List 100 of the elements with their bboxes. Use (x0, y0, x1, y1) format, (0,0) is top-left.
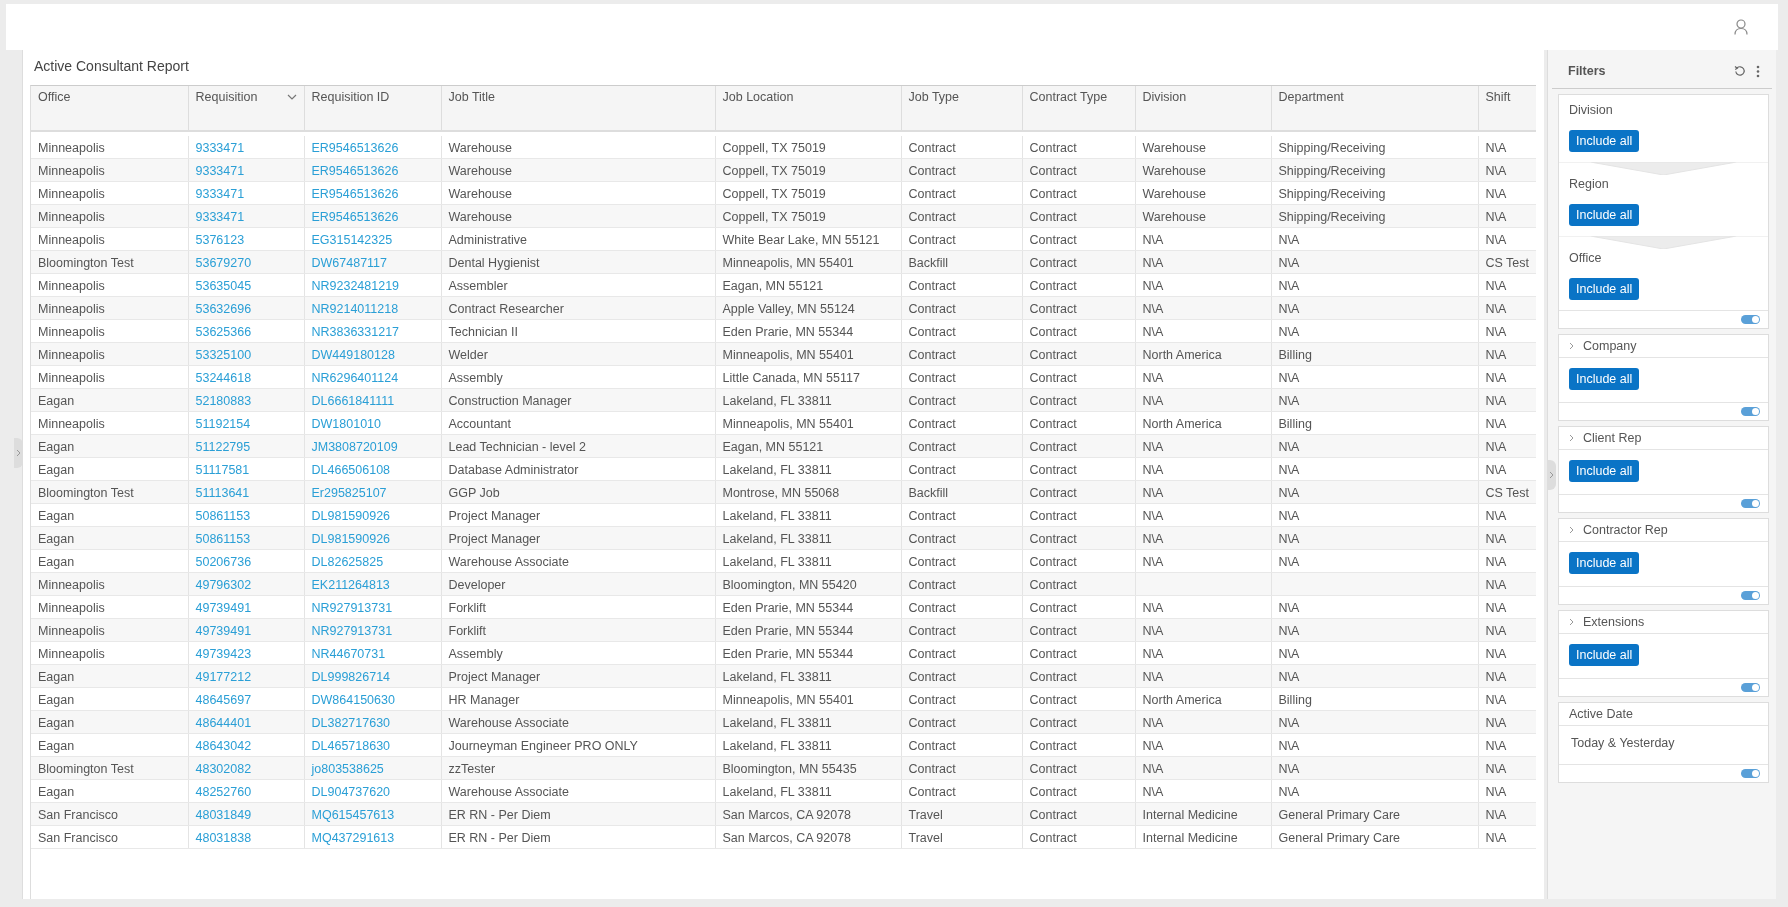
table-link[interactable]: NR6296401124 (311, 370, 399, 385)
table-link[interactable]: DL981590926 (311, 531, 391, 546)
table-link[interactable]: DW864150630 (311, 692, 395, 707)
filter-label[interactable]: Client Rep (1583, 431, 1642, 445)
table-cell: Shipping/Receiving (1278, 140, 1386, 155)
include-all-button[interactable]: Include all (1569, 204, 1640, 226)
table-link[interactable]: 48643042 (195, 738, 252, 753)
table-link[interactable]: DW67487117 (311, 255, 387, 270)
include-all-button[interactable]: Include all (1569, 644, 1640, 666)
table-link[interactable]: ER9546513626 (311, 209, 399, 224)
table-link[interactable]: 49739423 (195, 646, 252, 661)
column-header[interactable]: Division (1135, 86, 1271, 131)
column-header[interactable]: Shift (1478, 86, 1536, 131)
table-cell: N\A (1278, 715, 1300, 730)
table-link[interactable]: 48645697 (195, 692, 252, 707)
table-link[interactable]: DW1801010 (311, 416, 381, 431)
table-link[interactable]: EK211264813 (311, 577, 390, 592)
table-link[interactable]: 52180883 (195, 393, 252, 408)
table-link[interactable]: 50861153 (195, 531, 251, 546)
table-link[interactable]: NR9232481219 (311, 278, 400, 293)
filter-label[interactable]: Company (1583, 339, 1637, 353)
table-link[interactable]: 5376123 (195, 232, 245, 247)
table-link[interactable]: NR9214011218 (311, 301, 399, 316)
column-header[interactable]: Office (31, 86, 188, 131)
table-link[interactable]: NR927913731 (311, 623, 393, 638)
table-link[interactable]: DW449180128 (311, 347, 395, 362)
table-link[interactable]: 49739491 (195, 623, 252, 638)
table-link[interactable]: NR44670731 (311, 646, 386, 661)
table-link[interactable]: MQ615457613 (311, 807, 395, 822)
table-link[interactable]: ER9546513626 (311, 163, 399, 178)
table-link[interactable]: DL382717630 (311, 715, 391, 730)
table-link[interactable]: 53635045 (195, 278, 252, 293)
table-link[interactable]: 51113641 (195, 485, 250, 500)
table-link[interactable]: 50206736 (195, 554, 252, 569)
column-header[interactable]: Contract Type (1022, 86, 1135, 131)
reset-icon[interactable] (1734, 65, 1746, 77)
table-cell: N\A (1142, 462, 1164, 477)
include-all-button[interactable]: Include all (1569, 368, 1640, 390)
column-header[interactable]: Requisition ID (304, 86, 441, 131)
column-header[interactable]: Job Location (715, 86, 901, 131)
collapse-handle[interactable] (1547, 460, 1556, 490)
table-link[interactable]: 53325100 (195, 347, 252, 362)
table-link[interactable]: 48302082 (195, 761, 252, 776)
user-icon[interactable] (1734, 19, 1748, 35)
column-header[interactable]: Job Title (441, 86, 715, 131)
toggle-switch[interactable] (1741, 591, 1760, 600)
table-link[interactable]: 53679270 (195, 255, 252, 270)
table-link[interactable]: 51192154 (195, 416, 251, 431)
include-all-button[interactable]: Include all (1569, 278, 1640, 300)
table-link[interactable]: 49796302 (195, 577, 252, 592)
table-link[interactable]: JM3808720109 (311, 439, 398, 454)
filter-label[interactable]: Contractor Rep (1583, 523, 1668, 537)
table-link[interactable]: 51117581 (195, 462, 250, 477)
toggle-switch[interactable] (1741, 407, 1760, 416)
table-cell: Warehouse Associate (448, 715, 569, 730)
table-link[interactable]: DL465718630 (311, 738, 391, 753)
column-header[interactable]: Department (1271, 86, 1478, 131)
caret-down-icon[interactable] (286, 94, 297, 100)
column-header[interactable]: Job Type (901, 86, 1022, 131)
table-link[interactable]: DL904737620 (311, 784, 391, 799)
table-link[interactable]: 51122795 (195, 439, 251, 454)
table-link[interactable]: 53625366 (195, 324, 252, 339)
table-cell: Minneapolis, MN 55401 (722, 692, 854, 707)
toggle-switch[interactable] (1741, 769, 1760, 778)
table-link[interactable]: MQ437291613 (311, 830, 395, 845)
table-link[interactable]: Er295825107 (311, 485, 387, 500)
table-link[interactable]: 50861153 (195, 508, 251, 523)
column-header[interactable]: Requisition (188, 86, 304, 131)
table-link[interactable]: EG315142325 (311, 232, 393, 247)
table-link[interactable]: DL6661841111 (311, 393, 395, 408)
collapse-handle[interactable] (14, 438, 23, 468)
include-all-button[interactable]: Include all (1569, 552, 1640, 574)
include-all-button[interactable]: Include all (1569, 460, 1640, 482)
table-link[interactable]: 53632696 (195, 301, 252, 316)
table-link[interactable]: ER9546513626 (311, 186, 399, 201)
table-link[interactable]: ER9546513626 (311, 140, 399, 155)
table-link[interactable]: 53244618 (195, 370, 252, 385)
table-link[interactable]: 9333471 (195, 163, 245, 178)
toggle-switch[interactable] (1741, 683, 1760, 692)
filter-label[interactable]: Extensions (1583, 615, 1645, 629)
toggle-switch[interactable] (1741, 499, 1760, 508)
table-link[interactable]: DL466506108 (311, 462, 391, 477)
table-link[interactable]: 48031838 (195, 830, 252, 845)
table-link[interactable]: 48031849 (195, 807, 252, 822)
toggle-switch[interactable] (1741, 315, 1760, 324)
table-link[interactable]: NR927913731 (311, 600, 393, 615)
table-link[interactable]: DL82625825 (311, 554, 384, 569)
table-link[interactable]: 9333471 (195, 186, 245, 201)
table-link[interactable]: 9333471 (195, 209, 245, 224)
table-link[interactable]: NR3836331217 (311, 324, 400, 339)
table-link[interactable]: 48252760 (195, 784, 252, 799)
table-link[interactable]: 48644401 (195, 715, 252, 730)
table-link[interactable]: 9333471 (195, 140, 245, 155)
more-icon[interactable] (1756, 64, 1760, 78)
include-all-button[interactable]: Include all (1569, 130, 1640, 152)
table-link[interactable]: jo803538625 (311, 761, 384, 776)
table-link[interactable]: DL999826714 (311, 669, 391, 684)
table-link[interactable]: DL981590926 (311, 508, 391, 523)
table-link[interactable]: 49739491 (195, 600, 252, 615)
table-link[interactable]: 49177212 (195, 669, 252, 684)
